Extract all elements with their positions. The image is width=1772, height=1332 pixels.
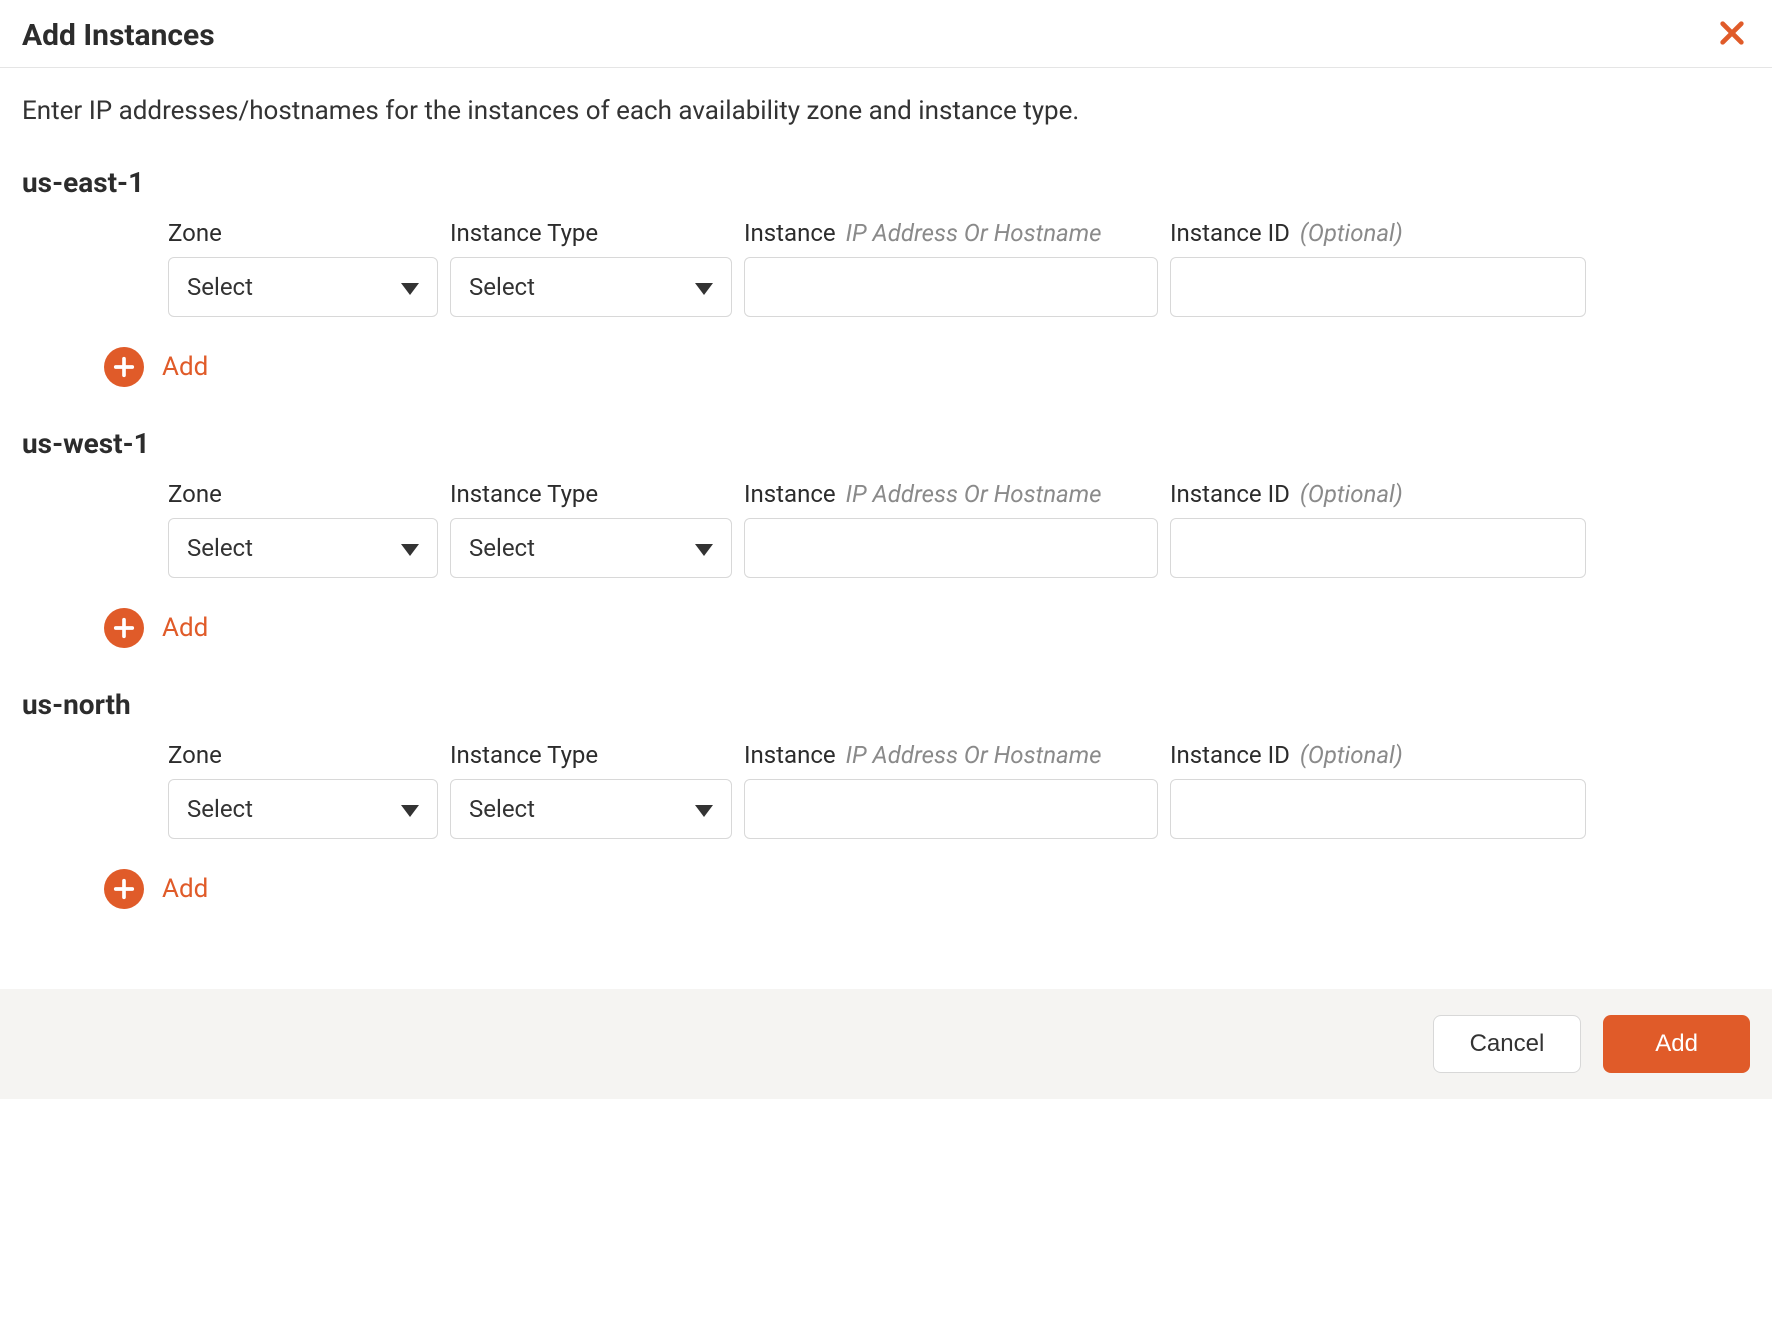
instance-id-label: Instance ID xyxy=(1170,741,1290,769)
zone-select[interactable]: Select xyxy=(168,779,438,839)
modal-title: Add Instances xyxy=(22,18,215,53)
instance-hint: IP Address Or Hostname xyxy=(846,219,1102,247)
select-placeholder: Select xyxy=(187,534,253,562)
instance-type-select[interactable]: Select xyxy=(450,779,732,839)
add-button[interactable]: Add xyxy=(1603,1015,1750,1073)
zone-select[interactable]: Select xyxy=(168,257,438,317)
region-title: us-west-1 xyxy=(22,427,1750,460)
instructions-text: Enter IP addresses/hostnames for the ins… xyxy=(22,96,1750,126)
select-placeholder: Select xyxy=(187,273,253,301)
select-placeholder: Select xyxy=(469,534,535,562)
plus-circle-icon xyxy=(104,347,144,387)
instance-id-input[interactable] xyxy=(1170,257,1586,317)
caret-down-icon xyxy=(695,795,713,823)
instance-input[interactable] xyxy=(744,257,1158,317)
close-icon xyxy=(1718,17,1746,55)
cancel-button[interactable]: Cancel xyxy=(1433,1015,1582,1073)
instance-type-label: Instance Type xyxy=(450,741,598,769)
select-placeholder: Select xyxy=(469,795,535,823)
select-placeholder: Select xyxy=(469,273,535,301)
plus-circle-icon xyxy=(104,608,144,648)
instance-id-input[interactable] xyxy=(1170,518,1586,578)
caret-down-icon xyxy=(695,273,713,301)
add-row-label: Add xyxy=(162,874,208,904)
instance-id-input[interactable] xyxy=(1170,779,1586,839)
region-title: us-east-1 xyxy=(22,166,1750,199)
instance-id-hint: (Optional) xyxy=(1300,219,1403,247)
zone-label: Zone xyxy=(168,219,222,247)
instance-id-label: Instance ID xyxy=(1170,219,1290,247)
instance-id-hint: (Optional) xyxy=(1300,741,1403,769)
zone-select[interactable]: Select xyxy=(168,518,438,578)
region-section-us-north: us-north Zone Instance Type Instance IP A… xyxy=(22,688,1750,909)
region-section-us-west-1: us-west-1 Zone Instance Type Instance IP … xyxy=(22,427,1750,648)
select-placeholder: Select xyxy=(187,795,253,823)
region-title: us-north xyxy=(22,688,1750,721)
caret-down-icon xyxy=(695,534,713,562)
add-row-label: Add xyxy=(162,352,208,382)
instance-type-label: Instance Type xyxy=(450,219,598,247)
region-section-us-east-1: us-east-1 Zone Instance Type Instance IP … xyxy=(22,166,1750,387)
instance-input[interactable] xyxy=(744,518,1158,578)
instance-hint: IP Address Or Hostname xyxy=(846,741,1102,769)
add-row-button[interactable]: Add xyxy=(22,869,1750,909)
instance-type-label: Instance Type xyxy=(450,480,598,508)
instance-id-label: Instance ID xyxy=(1170,480,1290,508)
instance-label: Instance xyxy=(744,741,836,769)
instance-input[interactable] xyxy=(744,779,1158,839)
add-row-button[interactable]: Add xyxy=(22,347,1750,387)
instance-hint: IP Address Or Hostname xyxy=(846,480,1102,508)
close-button[interactable] xyxy=(1714,19,1750,53)
add-row-label: Add xyxy=(162,613,208,643)
zone-label: Zone xyxy=(168,480,222,508)
caret-down-icon xyxy=(401,273,419,301)
instance-label: Instance xyxy=(744,480,836,508)
instance-id-hint: (Optional) xyxy=(1300,480,1403,508)
instance-label: Instance xyxy=(744,219,836,247)
add-row-button[interactable]: Add xyxy=(22,608,1750,648)
instance-type-select[interactable]: Select xyxy=(450,257,732,317)
caret-down-icon xyxy=(401,534,419,562)
zone-label: Zone xyxy=(168,741,222,769)
caret-down-icon xyxy=(401,795,419,823)
plus-circle-icon xyxy=(104,869,144,909)
instance-type-select[interactable]: Select xyxy=(450,518,732,578)
